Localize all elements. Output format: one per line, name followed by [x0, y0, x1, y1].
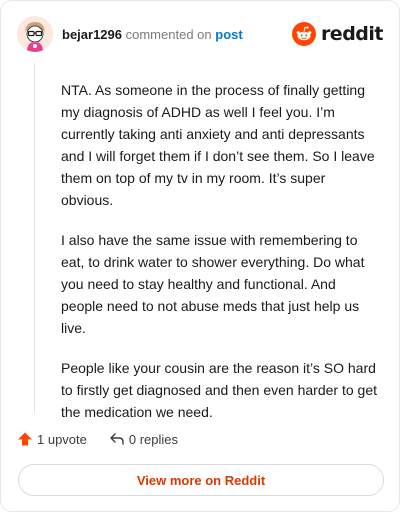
- reddit-wordmark: reddit: [320, 23, 384, 45]
- view-more-button[interactable]: View more on Reddit: [18, 464, 384, 496]
- username-line: bejar1296 commented on post: [62, 27, 243, 42]
- avatar[interactable]: [17, 16, 53, 52]
- thread-line: [34, 63, 35, 413]
- comment-actions: 1 upvote 0 replies: [17, 429, 178, 449]
- upvote-button[interactable]: 1 upvote: [17, 431, 87, 447]
- post-link[interactable]: post: [215, 27, 242, 42]
- commented-on-text: commented on: [125, 27, 212, 42]
- comment-paragraph: NTA. As someone in the process of finall…: [61, 82, 375, 208]
- upvote-count: 1 upvote: [37, 431, 87, 447]
- username[interactable]: bejar1296: [62, 27, 122, 42]
- replies-button[interactable]: 0 replies: [109, 431, 178, 447]
- comment-paragraph: I also have the same issue with remember…: [61, 232, 365, 336]
- avatar-image: [17, 16, 53, 52]
- reply-icon: [110, 433, 124, 445]
- upvote-arrow-icon: [18, 432, 32, 446]
- comment-card: bejar1296 commented on post reddit NTA. …: [0, 0, 400, 512]
- reddit-snoo-icon: [291, 22, 316, 46]
- reddit-logo[interactable]: reddit: [291, 19, 384, 49]
- comment-header: bejar1296 commented on post reddit: [17, 16, 384, 56]
- comment-body: NTA. As someone in the process of finall…: [61, 79, 381, 441]
- comment-paragraph: People like your cousin are the reason i…: [61, 360, 377, 420]
- replies-count: 0 replies: [128, 431, 179, 447]
